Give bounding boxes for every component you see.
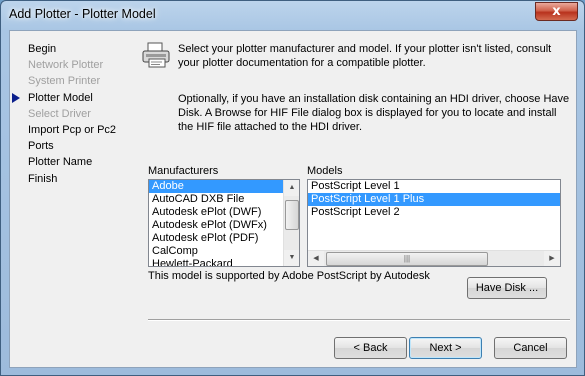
manufacturers-scrollbar[interactable]: ▲ ▼: [283, 180, 299, 266]
model-item[interactable]: PostScript Level 1: [308, 180, 560, 193]
hdi-instructions: Optionally, if you have an installation …: [178, 93, 570, 133]
wizard-step: Select Driver: [10, 106, 130, 122]
wizard-step-label: Finish: [28, 172, 58, 185]
manufacturer-item[interactable]: Hewlett-Packard: [149, 258, 299, 266]
have-disk-button[interactable]: Have Disk ...: [467, 277, 547, 299]
title-bar[interactable]: Add Plotter - Plotter Model x: [1, 1, 584, 29]
add-plotter-window: Add Plotter - Plotter Model x Begin Netwo…: [0, 0, 585, 376]
wizard-step-label: Network Plotter: [28, 59, 104, 72]
scroll-up-icon[interactable]: ▲: [284, 180, 299, 196]
close-button[interactable]: x: [535, 2, 578, 21]
scroll-thumb[interactable]: |||: [326, 252, 488, 266]
next-button[interactable]: Next >: [409, 337, 482, 359]
divider: [148, 319, 570, 321]
manufacturers-items: Adobe AutoCAD DXB File Autodesk ePlot (DWF…: [149, 180, 299, 266]
manufacturer-item[interactable]: Autodesk ePlot (DWFx): [149, 219, 299, 232]
wizard-step-label: Ports: [28, 140, 54, 153]
wizard-step: Network Plotter: [10, 57, 130, 73]
model-item[interactable]: PostScript Level 1 Plus: [308, 193, 560, 206]
wizard-step: Plotter Model: [10, 90, 130, 106]
scroll-left-icon[interactable]: ◀: [308, 251, 324, 266]
manufacturer-item[interactable]: AutoCAD DXB File: [149, 193, 299, 206]
manufacturer-item[interactable]: Autodesk ePlot (DWF): [149, 206, 299, 219]
wizard-step: Plotter Name: [10, 154, 130, 170]
manufacturers-listbox[interactable]: Adobe AutoCAD DXB File Autodesk ePlot (DWF…: [148, 179, 300, 267]
wizard-step: Ports: [10, 138, 130, 154]
cancel-button[interactable]: Cancel: [494, 337, 567, 359]
wizard-step: Import Pcp or Pc2: [10, 122, 130, 138]
manufacturer-item[interactable]: Adobe: [149, 180, 299, 193]
model-support-text: This model is supported by Adobe PostScr…: [148, 270, 430, 282]
wizard-step-label: Begin: [28, 43, 57, 55]
back-button[interactable]: < Back: [334, 337, 407, 359]
model-item[interactable]: PostScript Level 2: [308, 206, 560, 219]
window-title: Add Plotter - Plotter Model: [9, 7, 156, 21]
scroll-down-icon[interactable]: ▼: [284, 250, 299, 266]
models-horizontal-scrollbar[interactable]: ◀ ||| ▶: [308, 250, 560, 266]
wizard-step-label: Plotter Name: [28, 156, 93, 169]
manufacturers-label: Manufacturers: [148, 165, 219, 177]
dialog-body: Begin Network Plotter System Printer Plotte…: [9, 30, 577, 368]
manufacturer-item[interactable]: Autodesk ePlot (PDF): [149, 232, 299, 245]
wizard-steps: Begin Network Plotter System Printer Plotte…: [10, 41, 130, 187]
models-listbox[interactable]: PostScript Level 1 PostScript Level 1 Plu…: [307, 179, 561, 267]
plotter-icon: [142, 42, 170, 68]
wizard-step-label: Select Driver: [28, 107, 91, 120]
scroll-thumb[interactable]: [285, 200, 299, 230]
wizard-step-label: Plotter Model: [28, 91, 93, 104]
models-label: Models: [307, 165, 343, 177]
models-items: PostScript Level 1 PostScript Level 1 Plu…: [308, 180, 560, 219]
wizard-step: Begin: [10, 41, 130, 57]
arrow-right-icon: [12, 92, 20, 103]
wizard-step-label: System Printer: [28, 75, 101, 88]
scroll-right-icon[interactable]: ▶: [544, 251, 560, 266]
wizard-step: Finish: [10, 171, 130, 187]
wizard-step: System Printer: [10, 73, 130, 89]
wizard-step-label: Import Pcp or Pc2: [28, 123, 117, 136]
intro-text: Select your plotter manufacturer and mod…: [178, 43, 552, 69]
manufacturer-item[interactable]: CalComp: [149, 245, 299, 258]
